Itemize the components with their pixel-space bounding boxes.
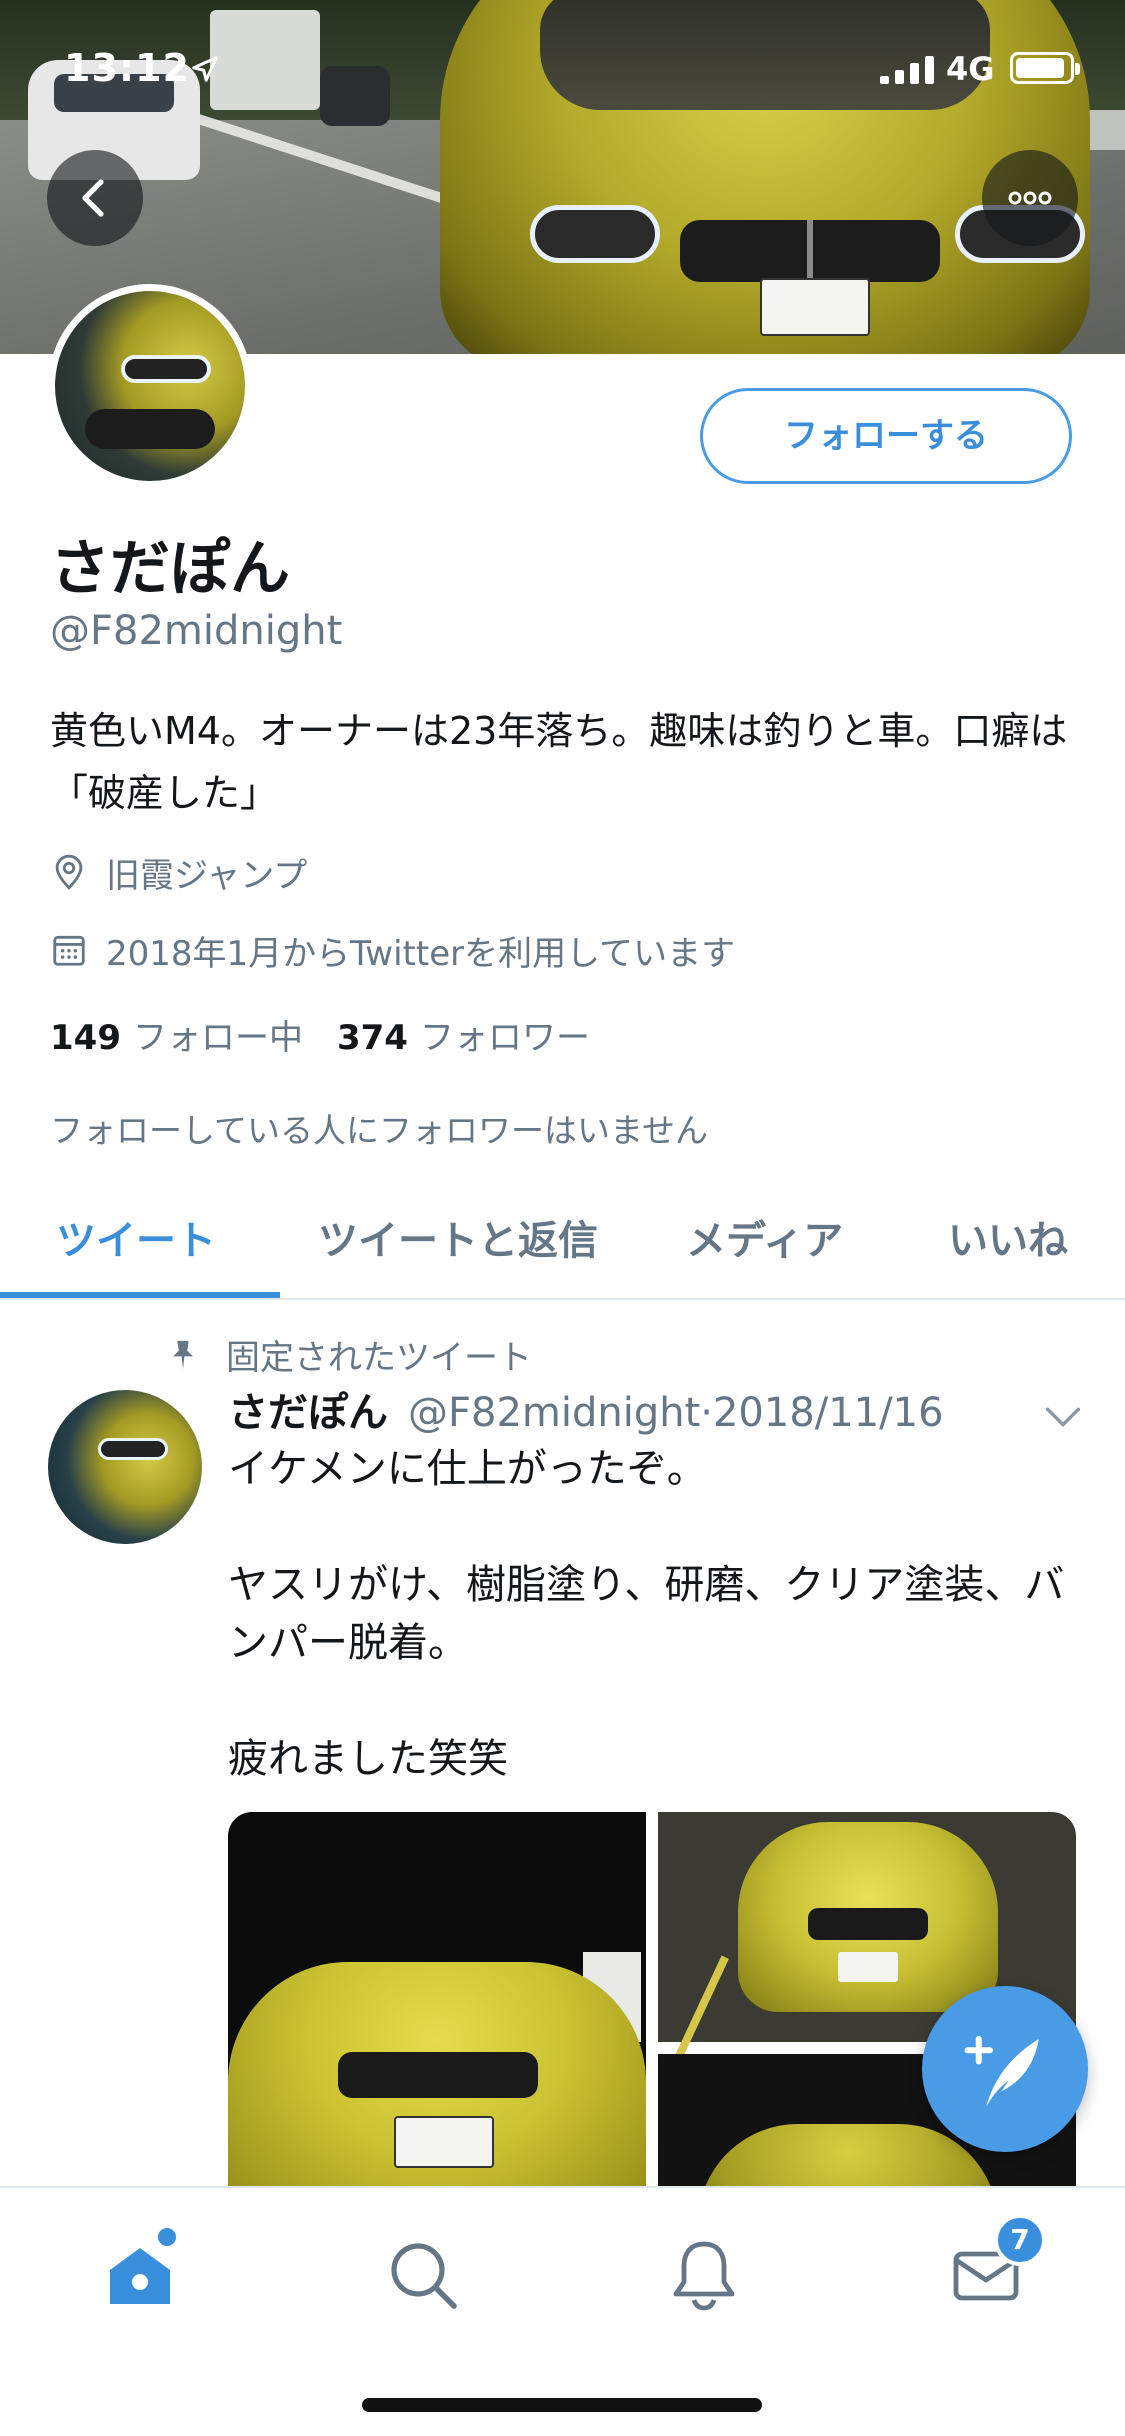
following-label[interactable]: フォロー中 [133, 1010, 303, 1059]
pinned-text: 固定されたツイート [226, 1338, 532, 1378]
profile-location: 旧霞ジャンプ [50, 848, 307, 896]
chevron-left-icon [82, 179, 104, 217]
nav-home[interactable] [100, 2228, 180, 2314]
nav-search[interactable] [382, 2234, 462, 2314]
tab-tweets-and-replies[interactable]: ツイートと返信 [318, 1208, 598, 1266]
tweet-author-avatar[interactable] [48, 1390, 202, 1544]
status-bar: 13:12 4G [0, 0, 1125, 132]
tab-likes[interactable]: いいね [948, 1208, 1068, 1266]
pin-icon [173, 1340, 193, 1369]
tweet-author-name[interactable]: さだぽん [228, 1380, 388, 1438]
nav-notifications[interactable] [664, 2234, 744, 2314]
profile-tabs: ツイート ツイートと返信 メディア いいね [0, 1178, 1125, 1300]
photo-grille [808, 1908, 928, 1940]
banner-headlight-left [530, 205, 660, 263]
back-button[interactable] [47, 150, 143, 246]
banner-license-plate [760, 278, 870, 336]
followers-count[interactable]: 374 [337, 1018, 408, 1058]
location-pin-icon [55, 854, 83, 890]
status-time: 13:12 [64, 46, 190, 90]
calendar-icon [53, 935, 85, 966]
profile-name: さだぽん [50, 534, 290, 604]
mutual-followers-note: フォローしている人にフォロワーはいません [50, 1111, 709, 1150]
photo-plate [394, 2116, 494, 2168]
avatar-headlight [121, 355, 211, 383]
profile-joined-date: 2018年1月からTwitterを利用しています [50, 926, 735, 974]
tab-media[interactable]: メディア [686, 1208, 843, 1266]
tweet-separator: · [700, 1390, 713, 1436]
tab-tweets[interactable]: ツイート [56, 1208, 216, 1266]
following-count[interactable]: 149 [50, 1018, 121, 1058]
photo-parking-line [675, 1955, 729, 2059]
battery-icon [1010, 52, 1080, 84]
more-options-button[interactable] [982, 150, 1078, 246]
compose-feather-icon [964, 2036, 1039, 2107]
bell-icon [673, 2241, 735, 2311]
photo-grille [338, 2052, 538, 2098]
banner-grille [680, 220, 940, 282]
profile-handle: @F82midnight [50, 608, 343, 654]
nav-messages[interactable]: 7 [946, 2214, 1046, 2314]
messages-badge: 7 [994, 2214, 1046, 2266]
location-text: 旧霞ジャンプ [106, 855, 308, 896]
profile-bio: 黄色いM4。オーナーは23年落ち。趣味は釣りと車。口癖は「破産した」 [50, 709, 1068, 815]
avatar-bumper [85, 409, 215, 449]
pinned-tweet-label: 固定されたツイート [166, 1330, 532, 1379]
search-icon [391, 2243, 457, 2309]
tweet-media-grid [228, 1812, 1076, 2192]
active-tab-indicator [0, 1292, 280, 1298]
tweet-text: イケメンに仕上がったぞ。 ヤスリがけ、樹脂塗り、研磨、クリア塗装、バンパー脱着。… [228, 1446, 1065, 1782]
tweet-date[interactable]: 2018/11/16 [713, 1390, 944, 1436]
profile-avatar[interactable] [48, 284, 252, 488]
more-dots-icon [1008, 191, 1052, 205]
compose-tweet-button[interactable] [922, 1986, 1088, 2152]
signal-bars-icon [880, 56, 934, 84]
location-arrow-icon [192, 56, 218, 82]
home-icon [110, 2248, 170, 2304]
chevron-down-icon[interactable] [1040, 1394, 1086, 1440]
followers-label[interactable]: フォロワー [420, 1010, 590, 1059]
tweet-photo-1[interactable] [228, 1812, 646, 2192]
tweet-avatar-headlight [98, 1438, 168, 1460]
tweet-author-handle[interactable]: @F82midnight [408, 1390, 700, 1436]
tweet-header: さだぽん @F82midnight · 2018/11/16 [228, 1380, 944, 1438]
photo-plate [838, 1952, 898, 1982]
joined-text: 2018年1月からTwitterを利用しています [106, 933, 736, 974]
network-type: 4G [946, 50, 995, 88]
home-indicator[interactable] [362, 2398, 762, 2412]
follow-counts: 149 フォロー中 374 フォロワー [50, 1010, 624, 1059]
home-unread-dot [158, 2228, 176, 2246]
follow-button[interactable]: フォローする [700, 388, 1072, 484]
